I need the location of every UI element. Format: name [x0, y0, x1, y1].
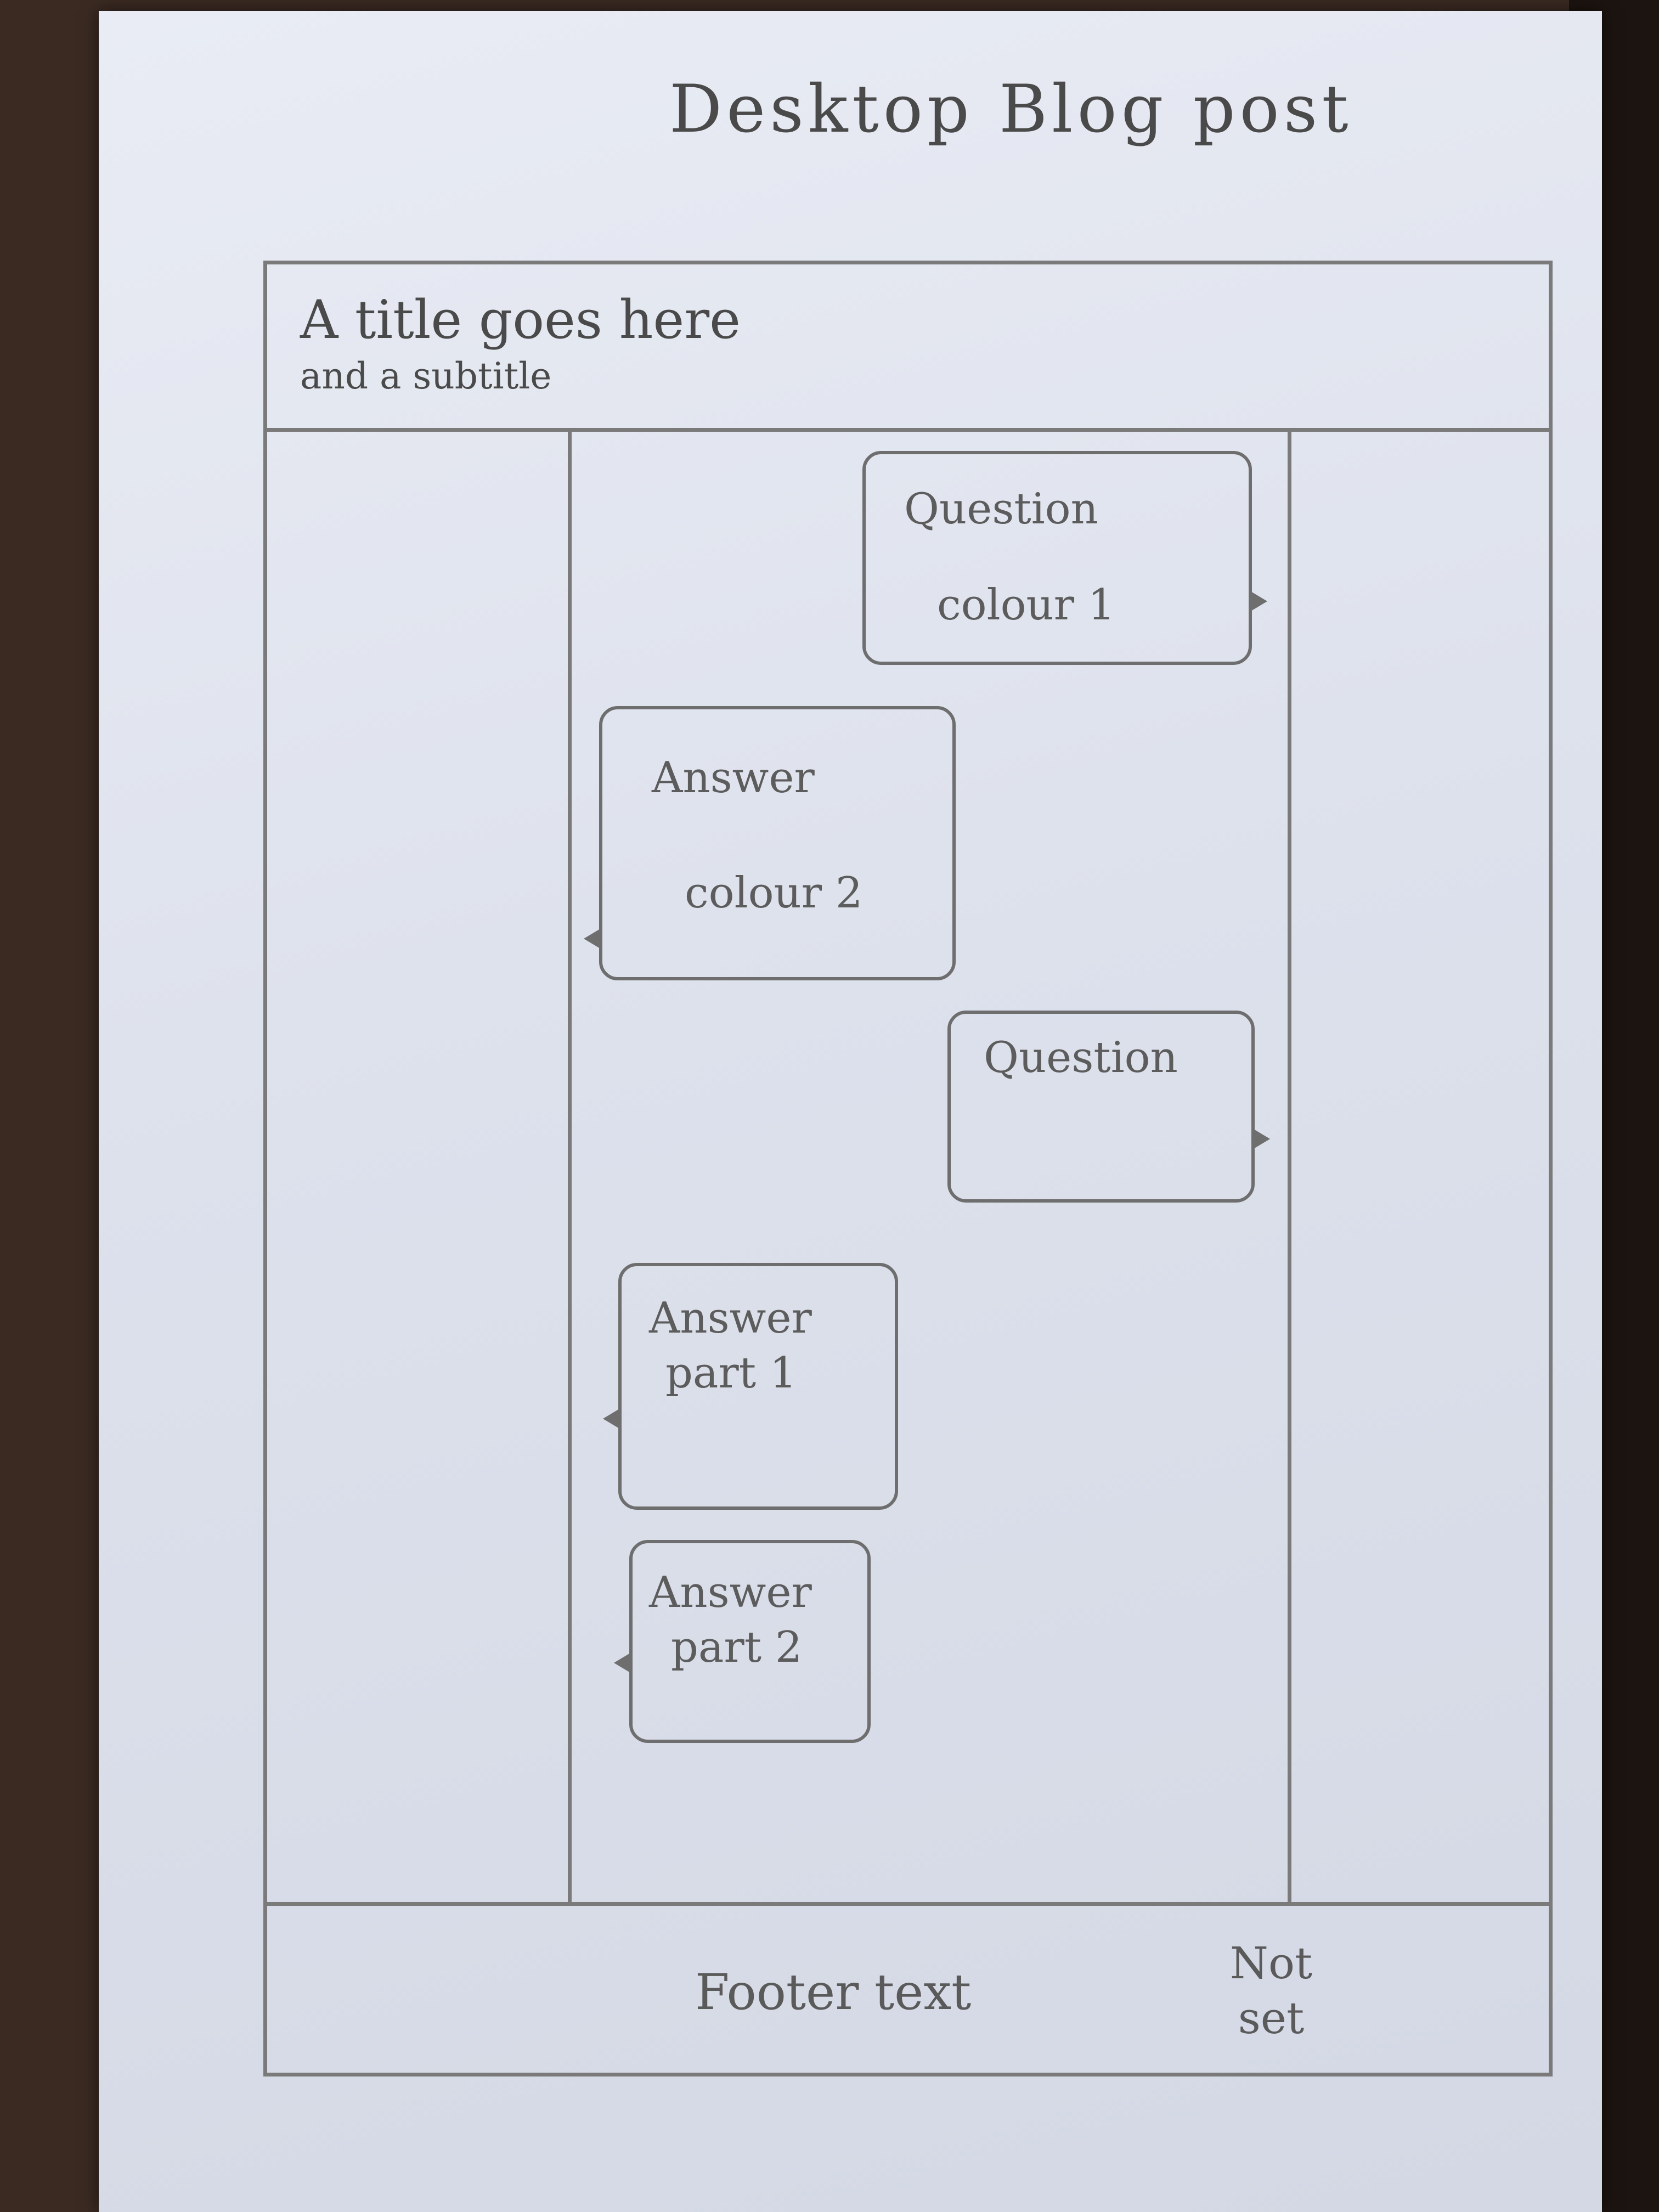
answer-bubble-2-line-2: part 1: [665, 1348, 797, 1398]
answer-bubble-1-line-1: Answer: [652, 753, 815, 803]
question-bubble-1-line-2: colour 1: [937, 580, 1115, 630]
page-title: Desktop Blog post: [669, 71, 1353, 148]
paper-sheet: Desktop Blog post A title goes here and …: [99, 11, 1602, 2212]
answer-bubble-2-tail: [603, 1409, 619, 1429]
right-column-divider: [1288, 432, 1291, 1902]
answer-bubble-3-tail: [614, 1653, 630, 1673]
page-wireframe: A title goes here and a subtitle Questio…: [263, 261, 1553, 2076]
question-bubble-2-tail: [1254, 1129, 1270, 1149]
answer-bubble-1-tail: [584, 929, 600, 949]
footer-text: Footer text: [695, 1963, 972, 2021]
answer-bubble-2: Answer part 1: [603, 1263, 898, 1510]
answer-bubble-1-line-2: colour 2: [685, 868, 863, 918]
footer-region: Footer text Not set: [267, 1902, 1549, 2073]
answer-bubble-3: Answer part 2: [614, 1540, 871, 1743]
header-subtitle: and a subtitle: [300, 355, 552, 397]
answer-bubble-3-line-2: part 2: [671, 1623, 803, 1672]
answer-bubble-2-line-1: Answer: [649, 1294, 812, 1343]
header-title: A title goes here: [300, 289, 741, 351]
question-bubble-2: Question: [947, 1011, 1270, 1203]
footer-note-line-2: set: [1238, 1993, 1305, 2044]
question-bubble-1-line-1: Question: [904, 484, 1098, 534]
answer-bubble-3-line-1: Answer: [649, 1568, 812, 1617]
question-bubble-2-line-1: Question: [984, 1033, 1178, 1082]
header-region: A title goes here and a subtitle: [267, 264, 1549, 432]
answer-bubble-1: Answer colour 2: [584, 706, 956, 980]
footer-note-line-1: Not: [1229, 1938, 1313, 1989]
left-column-divider: [568, 432, 572, 1902]
question-bubble-1-tail: [1251, 591, 1267, 611]
footer-note: Not set: [1189, 1936, 1353, 2046]
question-bubble-1: Question colour 1: [862, 451, 1267, 665]
